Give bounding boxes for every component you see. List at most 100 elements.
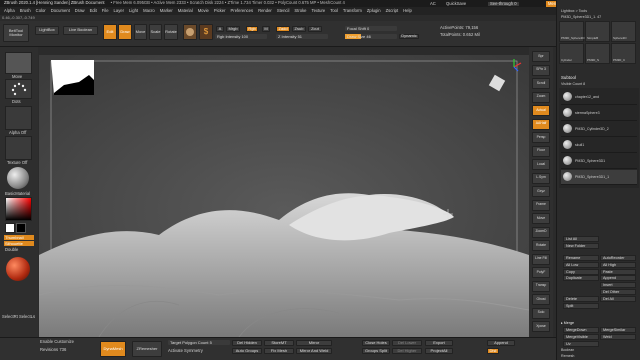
enable-customize[interactable]: Enable Customize [40, 339, 74, 344]
mirror-button[interactable]: Mirror [296, 340, 332, 346]
menu-preferences[interactable]: Preferences [231, 8, 254, 13]
menu-zplugin[interactable]: Zplugin [367, 8, 381, 13]
subtool-op-all-high[interactable]: All High [600, 261, 636, 268]
boolean-header[interactable]: Boolean [561, 348, 574, 352]
menu-alpha[interactable]: Alpha [4, 8, 15, 13]
subtool-item[interactable]: PM3D_Sphere3D1 [561, 154, 637, 169]
tray-button-local[interactable]: Local [532, 159, 550, 170]
tray-button-floor[interactable]: Floor [532, 145, 550, 157]
activate-symmetry-button[interactable]: Activate Symmetry [168, 348, 203, 353]
subtool-op-uv[interactable]: Uv [563, 340, 599, 347]
brush-thumbnail[interactable] [5, 52, 32, 74]
live-boolean-button[interactable]: Live Boolean [63, 26, 98, 35]
auto-groups-button[interactable]: Auto Groups [232, 348, 262, 354]
tray-button-aahalf[interactable]: AAHalf [532, 118, 550, 130]
del-lower-button[interactable]: Del Lower [392, 340, 422, 346]
zadd-button[interactable]: Zadd [276, 26, 290, 32]
subtool-op-del-other[interactable]: Del Other [600, 289, 636, 295]
ac-button[interactable]: AC [430, 1, 436, 6]
fix-mesh-button[interactable]: Fix Mesh [264, 348, 294, 354]
tray-button-persp[interactable]: Persp [532, 132, 550, 143]
thumbnail-button[interactable]: Thumbnail [4, 235, 34, 240]
menu-document[interactable]: Document [51, 8, 70, 13]
del-hidden-button[interactable]: Del Hidden [232, 340, 262, 346]
texture-thumbnail[interactable] [5, 136, 32, 160]
zremesher-button[interactable]: ZRemesher [132, 341, 162, 357]
menu-transform[interactable]: Transform [343, 8, 362, 13]
subtool-item[interactable]: skull1 [561, 138, 637, 153]
subtool-item[interactable]: chapter12_and [561, 90, 637, 105]
subtool-op-mergesimilar[interactable]: MergeSimilar [600, 327, 636, 333]
subtool-header[interactable]: Subtool [561, 75, 576, 80]
menu-marker[interactable]: Marker [160, 8, 173, 13]
list-all-button[interactable]: List All [563, 236, 599, 242]
a-button[interactable]: A [216, 26, 224, 32]
secondary-color-swatch[interactable] [16, 223, 26, 233]
del-higher-button[interactable]: Del Higher [392, 348, 422, 354]
tray-button-frame[interactable]: Frame [532, 199, 550, 211]
tool-thumb[interactable]: Sphere3D [611, 21, 636, 42]
m-button[interactable]: M [262, 26, 270, 32]
tray-button-ghost[interactable]: Ghost [532, 294, 550, 305]
subtool-item[interactable]: PM3D_Sphere3D1_1 [561, 170, 637, 185]
subtool-op-delete[interactable]: Delete [563, 295, 599, 302]
silhouette-button[interactable]: Silhouette [4, 241, 34, 246]
subtool-op-copy[interactable]: Copy [563, 268, 599, 275]
remesh-header[interactable]: Remesh [561, 354, 574, 358]
close-holes-button[interactable]: Close Holes [362, 340, 390, 346]
tray-button-move[interactable]: Move [532, 213, 550, 224]
draw-button[interactable]: Draw [118, 24, 132, 40]
subtool-op-autoreorder[interactable]: AutoReorder [600, 255, 636, 261]
subtool-op-duplicate[interactable]: Duplicate [563, 275, 599, 282]
subtool-op-append[interactable]: Append [600, 275, 636, 282]
menu-macro[interactable]: Macro [143, 8, 155, 13]
dynamic-button[interactable]: Dynamic [399, 34, 419, 39]
alpha-thumbnail[interactable] [5, 106, 32, 130]
export-button[interactable]: Export [425, 340, 453, 346]
move-button[interactable]: Move [134, 24, 147, 40]
store-mt-button[interactable]: StoreMT [264, 340, 294, 346]
tool-thumb[interactable]: PM3D_C [611, 43, 636, 64]
tool-thumb[interactable]: Cylinder [559, 43, 584, 64]
subtool-op-del-all[interactable]: Del All [600, 295, 636, 302]
viewport-canvas[interactable] [39, 55, 529, 337]
rotate-button[interactable]: Rotate [164, 24, 178, 40]
menu-edit[interactable]: Edit [90, 8, 97, 13]
scale-button[interactable]: Scale [149, 24, 162, 40]
subtool-item[interactable]: PM3D_Cylinder3D_2 [561, 122, 637, 137]
tray-button-zoomd[interactable]: ZoomD [532, 226, 550, 238]
merge-header[interactable]: ▸ Merge [561, 321, 574, 325]
append-button[interactable]: Append [487, 340, 515, 346]
rgb-button[interactable]: Rgb [246, 26, 258, 32]
dynamesh-button[interactable]: DynaMesh [100, 341, 126, 357]
sub-material-sphere[interactable] [6, 257, 30, 281]
color-picker[interactable] [5, 197, 32, 221]
tray-button-line-fill[interactable]: Line Fill [532, 253, 550, 265]
menu-picker[interactable]: Picker [214, 8, 226, 13]
stroke-thumbnail[interactable] [5, 79, 32, 99]
tray-button-polyf[interactable]: PolyF [532, 267, 550, 278]
subtool-op-mergevisible[interactable]: MergeVisible [563, 333, 599, 340]
see-through-slider[interactable]: See-through 0 [488, 1, 519, 6]
menu-tool[interactable]: Tool [330, 8, 338, 13]
menu-brush[interactable]: Brush [20, 8, 31, 13]
groups-split-button[interactable]: Groups Split [362, 348, 390, 354]
tray-button-rotate[interactable]: Rotate [532, 240, 550, 251]
tray-button-transp[interactable]: Transp [532, 280, 550, 292]
focal-shift-slider[interactable]: Focal Shift 0 [345, 26, 397, 31]
subtool-op-all-low[interactable]: All Low [563, 261, 599, 268]
menu-render[interactable]: Render [258, 8, 272, 13]
lightbox-button[interactable]: LightBox [35, 26, 59, 35]
menu-file[interactable]: File [102, 8, 109, 13]
mrgb-button[interactable]: Mrgb [226, 26, 240, 32]
new-folder-button[interactable]: New Folder [563, 243, 599, 249]
menu-light[interactable]: Light [129, 8, 138, 13]
texture-swatch[interactable]: $ [199, 24, 213, 40]
tray-button-gxyz[interactable]: Gxyz [532, 186, 550, 197]
lightbox-tools-label[interactable]: Lightbox > Tools [561, 9, 587, 13]
target-polygon-slider[interactable]: Target Polygon Count 5 [168, 340, 230, 345]
revisions-slider[interactable]: Revisions 736 [40, 347, 66, 352]
zsub-button[interactable]: Zsub [292, 26, 306, 32]
menu-color[interactable]: Color [36, 8, 46, 13]
subtool-op-split[interactable]: Split [563, 302, 599, 309]
